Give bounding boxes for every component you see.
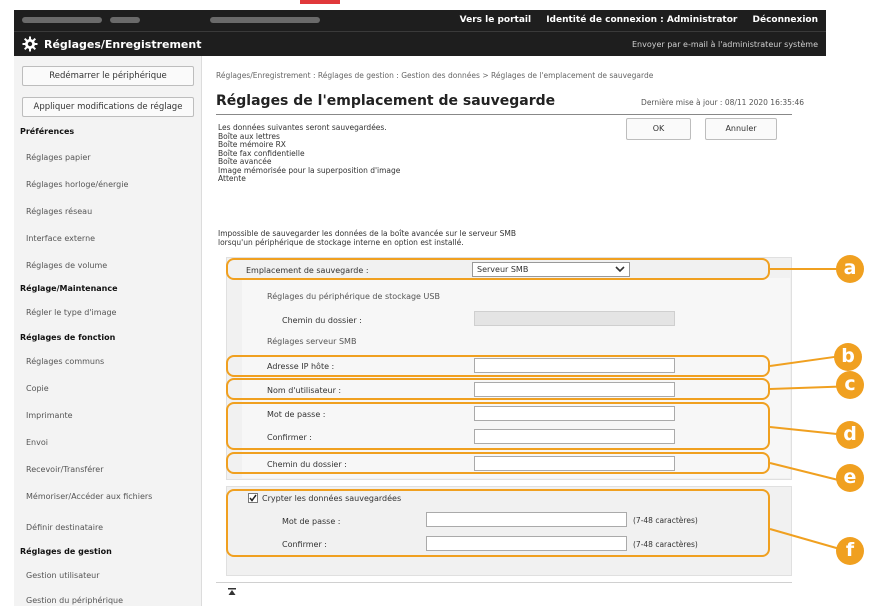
callout-box-c: [226, 378, 770, 400]
header-top-bar: Vers le portail Identité de connexion : …: [14, 10, 826, 32]
header-links: Vers le portail Identité de connexion : …: [448, 15, 818, 25]
breadcrumb: Réglages/Enregistrement : Réglages de ge…: [216, 71, 654, 80]
gear-icon: [22, 36, 38, 52]
sidebar-item-image-type[interactable]: Régler le type d'image: [26, 308, 116, 317]
page-top-icon[interactable]: [228, 588, 236, 596]
callout-leader-a: [770, 268, 842, 270]
saved-data-list: Les données suivantes seront sauvegardée…: [218, 123, 400, 184]
mail-admin-link[interactable]: Envoyer par e-mail à l'administrateur sy…: [632, 40, 818, 49]
title-divider: [216, 114, 792, 115]
callout-badge-f: f: [836, 537, 864, 565]
sidebar-item-printer[interactable]: Imprimante: [26, 411, 73, 420]
brand-accent: [300, 0, 340, 4]
sidebar-item-store-access-files[interactable]: Mémoriser/Accéder aux fichiers: [26, 492, 152, 501]
device-name-redacted: [22, 17, 102, 23]
sidebar-item-clock-energy[interactable]: Réglages horloge/énergie: [26, 180, 128, 189]
usb-folder-input: [474, 311, 675, 326]
portal-link[interactable]: Vers le portail: [460, 15, 531, 25]
restart-device-button[interactable]: Redémarrer le périphérique: [22, 66, 194, 86]
sidebar-item-send[interactable]: Envoi: [26, 438, 48, 447]
apply-changes-button[interactable]: Appliquer modifications de réglage: [22, 97, 194, 117]
page: Vers le portail Identité de connexion : …: [0, 0, 870, 606]
sidebar: Redémarrer le périphérique Appliquer mod…: [14, 56, 202, 606]
sidebar-item-user-management[interactable]: Gestion utilisateur: [26, 571, 100, 580]
callout-badge-e: e: [836, 464, 864, 492]
last-update: Dernière mise à jour : 08/11 2020 16:35:…: [641, 98, 804, 107]
note-line: Impossible de sauvegarder les données de…: [218, 229, 516, 238]
page-title: Réglages de l'emplacement de sauvegarde: [216, 93, 556, 109]
usb-folder-label: Chemin du dossier :: [282, 316, 362, 325]
callout-box-a: [226, 258, 770, 280]
usb-heading: Réglages du périphérique de stockage USB: [267, 292, 440, 301]
callout-badge-b: b: [834, 343, 862, 371]
callout-badge-a: a: [836, 255, 864, 283]
note-line: lorsqu'un périphérique de stockage inter…: [218, 238, 464, 247]
info-line: Attente: [218, 174, 246, 183]
ok-button[interactable]: OK: [626, 118, 691, 140]
header: Vers le portail Identité de connexion : …: [14, 10, 826, 56]
sidebar-item-common[interactable]: Réglages communs: [26, 357, 104, 366]
callout-box-d: [226, 402, 770, 450]
smb-note: Impossible de sauvegarder les données de…: [218, 229, 516, 247]
cancel-button[interactable]: Annuler: [705, 118, 777, 140]
top-strip: [0, 0, 870, 10]
sidebar-item-external-interface[interactable]: Interface externe: [26, 234, 95, 243]
sidebar-heading-function: Réglages de fonction: [20, 333, 116, 342]
sidebar-item-paper[interactable]: Réglages papier: [26, 153, 91, 162]
sidebar-heading-preferences: Préférences: [20, 127, 75, 136]
smb-heading: Réglages serveur SMB: [267, 337, 357, 346]
sidebar-item-set-destination[interactable]: Définir destinataire: [26, 523, 103, 532]
callout-badge-c: c: [836, 371, 864, 399]
bottom-divider: [216, 582, 792, 583]
sidebar-heading-management: Réglages de gestion: [20, 547, 112, 556]
callout-badge-d: d: [836, 421, 864, 449]
device-info-redacted: [110, 17, 140, 23]
sidebar-item-volume[interactable]: Réglages de volume: [26, 261, 107, 270]
app-title: Réglages/Enregistrement: [44, 38, 202, 51]
sidebar-item-network[interactable]: Réglages réseau: [26, 207, 92, 216]
header-title-bar: Réglages/Enregistrement Envoyer par e-ma…: [14, 32, 826, 56]
sidebar-item-copy[interactable]: Copie: [26, 384, 49, 393]
logout-link[interactable]: Déconnexion: [753, 15, 819, 25]
device-address-redacted: [210, 17, 320, 23]
callout-box-f: [226, 489, 770, 557]
callout-box-b: [226, 355, 770, 377]
sidebar-item-receive-forward[interactable]: Recevoir/Transférer: [26, 465, 103, 474]
sidebar-item-device-management[interactable]: Gestion du périphérique: [26, 596, 123, 605]
sidebar-heading-maintenance: Réglage/Maintenance: [20, 284, 118, 293]
callout-box-e: [226, 452, 770, 474]
login-id-text: Identité de connexion : Administrator: [546, 15, 738, 25]
